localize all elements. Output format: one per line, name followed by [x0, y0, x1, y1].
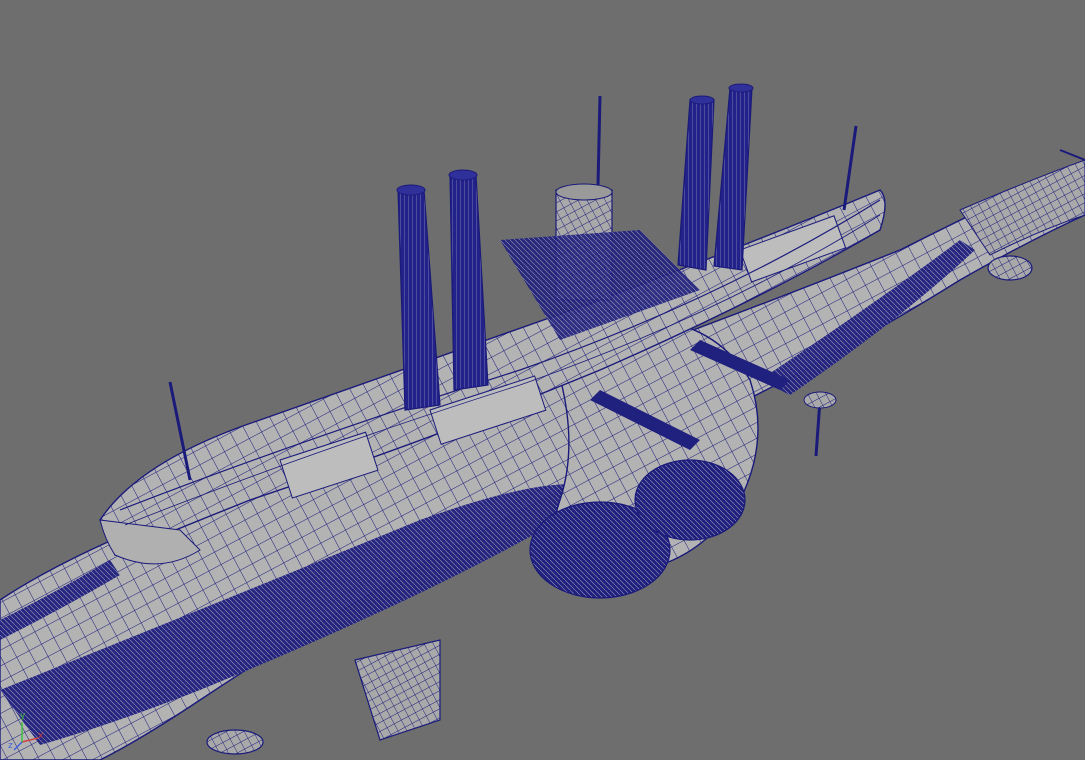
scene-wireframe[interactable] [0, 0, 1085, 760]
3d-viewport[interactable]: x y z [0, 0, 1085, 760]
axis-gizmo[interactable]: x y z [8, 712, 48, 752]
axis-y-label: y [20, 711, 26, 721]
axis-z-label: z [8, 741, 13, 751]
axis-x-label: x [38, 731, 44, 741]
